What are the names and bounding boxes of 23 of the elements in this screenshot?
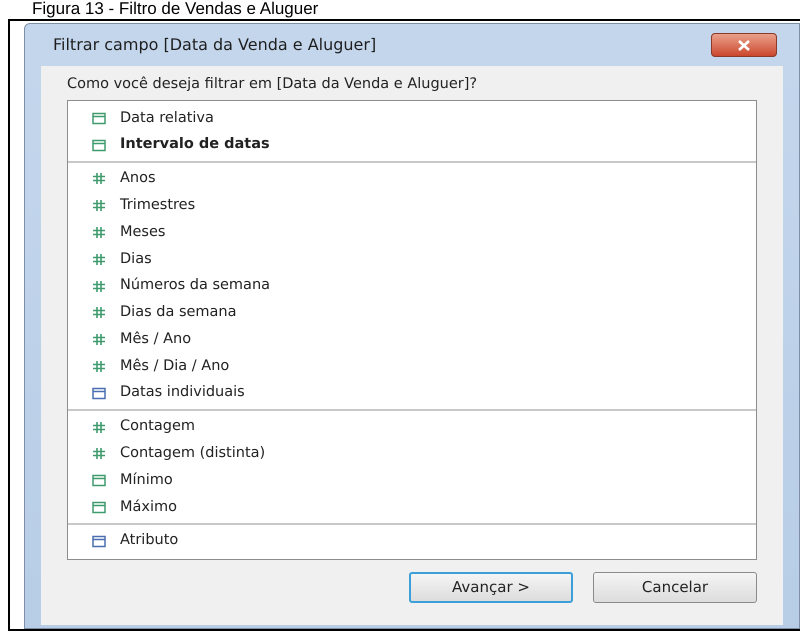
filter-option[interactable]: Atributo <box>68 528 756 555</box>
dialog-button[interactable]: Avançar > <box>409 572 573 603</box>
filter-option[interactable]: Meses <box>68 219 756 246</box>
filter-option[interactable]: Intervalo de datas <box>68 132 756 159</box>
filter-option[interactable]: Mês / Dia / Ano <box>68 353 756 380</box>
filter-option[interactable]: Máximo <box>68 494 756 521</box>
figure-caption: Figura 13 - Filtro de Vendas e Aluguer <box>31 0 320 18</box>
filter-option[interactable]: Trimestres <box>68 192 756 220</box>
filter-option[interactable]: Números da semana <box>68 272 756 300</box>
filter-option[interactable]: Contagem <box>68 414 756 441</box>
filter-option[interactable]: Contagem (distinta) <box>68 440 756 468</box>
filter-option[interactable]: Data relativa <box>68 105 756 132</box>
filter-option[interactable]: Dias da semana <box>68 300 756 326</box>
prompt-text: Como você deseja filtrar em [Data da Venda e Aluguer]? <box>67 75 478 94</box>
filter-option[interactable]: Dias <box>68 246 756 273</box>
close-icon <box>737 40 751 50</box>
close-button[interactable] <box>711 33 777 57</box>
filter-option[interactable]: Anos <box>68 166 756 192</box>
filter-option[interactable]: Mês / Ano <box>68 326 756 354</box>
filter-option[interactable]: Mínimo <box>68 467 756 494</box>
filter-option[interactable]: Datas individuais <box>68 380 756 407</box>
dialog-button[interactable]: Cancelar <box>593 572 757 603</box>
window-title: Filtrar campo [Data da Venda e Aluguer] <box>53 34 378 56</box>
